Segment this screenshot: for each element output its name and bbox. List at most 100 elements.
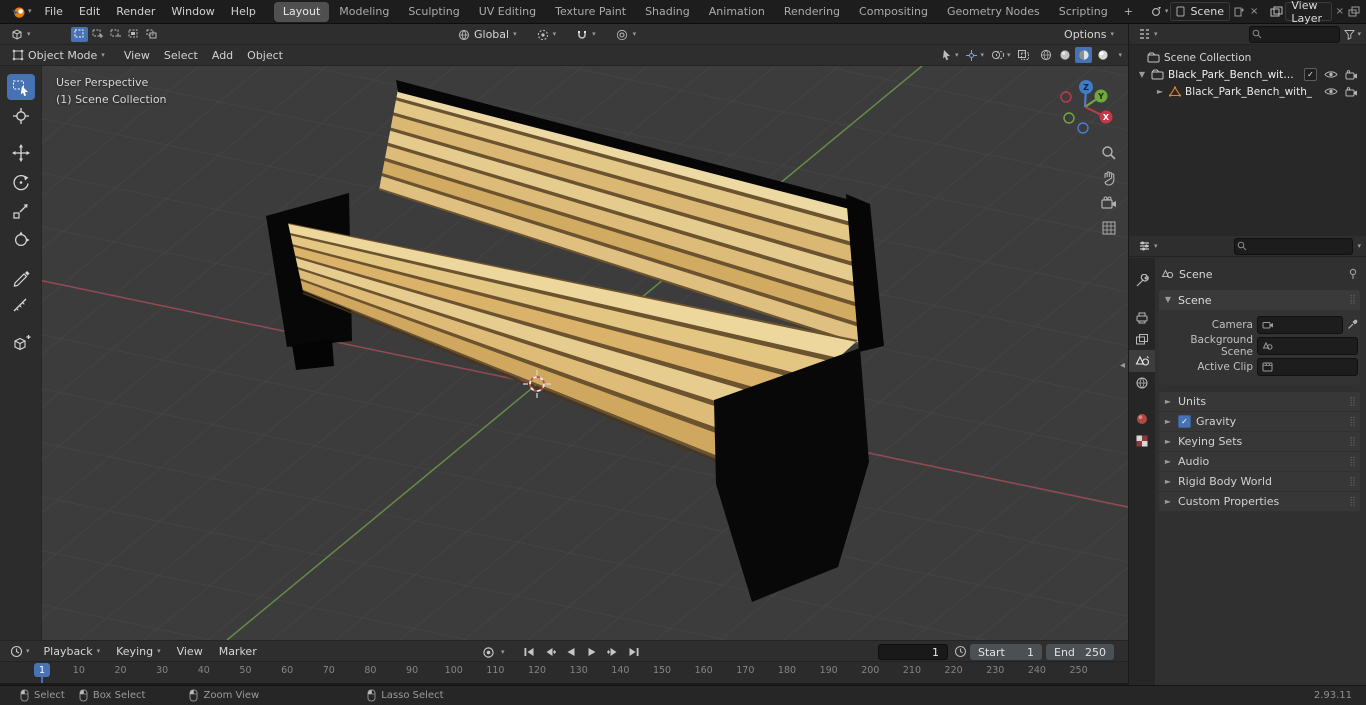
workspace-tab[interactable]: UV Editing: [470, 2, 545, 22]
blender-logo-menu[interactable]: ▾: [6, 4, 37, 19]
ruler-tick[interactable]: 140: [600, 662, 642, 676]
ruler-tick[interactable]: 230: [974, 662, 1016, 676]
tab-texture[interactable]: [1129, 430, 1155, 452]
camera-view-icon[interactable]: [1100, 194, 1118, 212]
editor-type-button[interactable]: ▾: [6, 27, 35, 42]
pivot-point-dropdown[interactable]: ▾: [531, 28, 563, 42]
shading-dropdown[interactable]: ▾: [1118, 51, 1122, 59]
disclosure-right-icon[interactable]: ►: [1155, 87, 1165, 96]
select-mode-subtract[interactable]: [106, 26, 124, 42]
shading-rendered-button[interactable]: [1094, 47, 1111, 63]
play-button[interactable]: [584, 644, 601, 660]
ruler-tick[interactable]: 80: [350, 662, 392, 676]
workspace-tab[interactable]: Layout: [273, 1, 330, 22]
viewport-3d[interactable]: User Perspective (1) Scene Collection Z …: [0, 66, 1128, 640]
topbar-menu-item[interactable]: Render: [108, 3, 163, 20]
new-scene-button[interactable]: [1232, 7, 1246, 17]
tab-tool[interactable]: [1129, 270, 1155, 292]
background-scene-field[interactable]: [1257, 336, 1358, 355]
ruler-tick[interactable]: 70: [308, 662, 350, 676]
ruler-tick[interactable]: 60: [266, 662, 308, 676]
jump-to-start-button[interactable]: [521, 644, 538, 660]
ruler-tick[interactable]: 30: [141, 662, 183, 676]
outliner-filter-dropdown[interactable]: ▾: [1344, 29, 1361, 40]
viewport-menu-item[interactable]: View: [117, 47, 157, 64]
panel-drag-handle[interactable]: ⣿: [1349, 477, 1356, 487]
gizmos-dropdown[interactable]: ▾: [965, 49, 984, 62]
hide-eye-icon[interactable]: [1324, 70, 1338, 79]
outliner-row-bench-object[interactable]: ► Black_Park_Bench_with_: [1129, 83, 1366, 100]
tab-world[interactable]: [1129, 372, 1155, 394]
select-mode-invert[interactable]: [124, 26, 142, 42]
tab-output[interactable]: [1129, 306, 1155, 328]
timeline-ruler[interactable]: 10 20 30 40 50 60 70 80 90 100 110 120 130 140 150 160 1…: [0, 662, 1128, 683]
overlays-dropdown[interactable]: ▾: [991, 49, 1010, 61]
rigid-body-world-panel-header[interactable]: ► Rigid Body World ⣿: [1159, 472, 1360, 491]
workspace-tab[interactable]: Geometry Nodes: [938, 2, 1049, 22]
shading-material-button[interactable]: [1075, 47, 1093, 63]
timeline-marker-menu[interactable]: Marker: [213, 644, 263, 659]
ruler-tick[interactable]: 150: [641, 662, 683, 676]
properties-editor-type-button[interactable]: ▾: [1134, 239, 1162, 253]
audio-panel-header[interactable]: ► Audio ⣿: [1159, 452, 1360, 471]
disclosure-down-icon[interactable]: ▼: [1137, 70, 1147, 79]
ruler-tick[interactable]: 180: [766, 662, 808, 676]
next-keyframe-button[interactable]: [605, 644, 622, 660]
gravity-panel-header[interactable]: ► ✓ Gravity ⣿: [1159, 412, 1360, 431]
panel-drag-handle[interactable]: ⣿: [1349, 497, 1356, 507]
viewport-menu-item[interactable]: Select: [157, 47, 205, 64]
view-layer-browse-icon[interactable]: [1270, 6, 1283, 18]
viewport-menu-item[interactable]: Object: [240, 47, 290, 64]
mode-dropdown[interactable]: Object Mode ▾: [6, 48, 111, 63]
workspace-tab[interactable]: Modeling: [330, 2, 398, 22]
add-workspace-button[interactable]: +: [1117, 3, 1140, 20]
select-mode-new[interactable]: [70, 26, 88, 42]
workspace-tab[interactable]: Compositing: [850, 2, 937, 22]
unlink-scene-button[interactable]: ×: [1248, 6, 1260, 17]
prev-keyframe-button[interactable]: [542, 644, 559, 660]
options-dropdown[interactable]: Options ▾: [1058, 27, 1120, 42]
jump-to-end-button[interactable]: [626, 644, 643, 660]
viewport-menu-item[interactable]: Add: [205, 47, 240, 64]
ruler-tick[interactable]: 160: [683, 662, 725, 676]
shading-wireframe-button[interactable]: [1037, 47, 1054, 63]
hide-eye-icon[interactable]: [1324, 87, 1338, 96]
frame-end-field[interactable]: End 250: [1046, 644, 1114, 660]
workspace-tab[interactable]: Animation: [700, 2, 774, 22]
play-reverse-button[interactable]: [563, 644, 580, 660]
tab-view-layer[interactable]: [1129, 328, 1155, 350]
ruler-tick[interactable]: 110: [475, 662, 517, 676]
pin-icon[interactable]: [1348, 268, 1358, 280]
ruler-tick[interactable]: 200: [849, 662, 891, 676]
keying-menu[interactable]: Keying ▾: [110, 644, 166, 659]
tool-annotate[interactable]: [7, 264, 35, 290]
units-panel-header[interactable]: ► Units ⣿: [1159, 392, 1360, 411]
current-frame-field[interactable]: 1: [878, 644, 948, 660]
topbar-menu-item[interactable]: Help: [223, 3, 264, 20]
ruler-tick[interactable]: 210: [891, 662, 933, 676]
remove-view-layer-button[interactable]: ×: [1334, 6, 1346, 17]
auto-keying-toggle[interactable]: [480, 644, 497, 660]
orientation-dropdown[interactable]: Global ▾: [452, 27, 523, 42]
ruler-tick[interactable]: 130: [558, 662, 600, 676]
use-preview-range-icon[interactable]: [954, 645, 967, 658]
playback-menu[interactable]: Playback ▾: [38, 644, 107, 659]
tool-scale[interactable]: [7, 198, 35, 224]
properties-filter-dropdown[interactable]: ▾: [1357, 242, 1361, 250]
auto-keying-dropdown[interactable]: ▾: [501, 648, 505, 656]
select-mode-intersect[interactable]: [142, 26, 160, 42]
tool-cursor[interactable]: [7, 103, 35, 129]
view-layer-field[interactable]: View Layer: [1285, 0, 1332, 25]
proportional-editing-dropdown[interactable]: ▾: [610, 28, 643, 42]
sidebar-collapse-arrow[interactable]: ◂: [1120, 360, 1125, 371]
panel-drag-handle[interactable]: ⣿: [1349, 295, 1356, 305]
camera-field[interactable]: [1257, 315, 1343, 334]
ruler-tick[interactable]: 50: [225, 662, 267, 676]
browse-scene-icon[interactable]: [1150, 5, 1163, 18]
workspace-tab[interactable]: Sculpting: [399, 2, 468, 22]
shading-solid-button[interactable]: [1056, 47, 1073, 63]
panel-drag-handle[interactable]: ⣿: [1349, 457, 1356, 467]
workspace-tab[interactable]: Rendering: [775, 2, 849, 22]
panel-drag-handle[interactable]: ⣿: [1349, 417, 1356, 427]
custom-properties-panel-header[interactable]: ► Custom Properties ⣿: [1159, 492, 1360, 511]
